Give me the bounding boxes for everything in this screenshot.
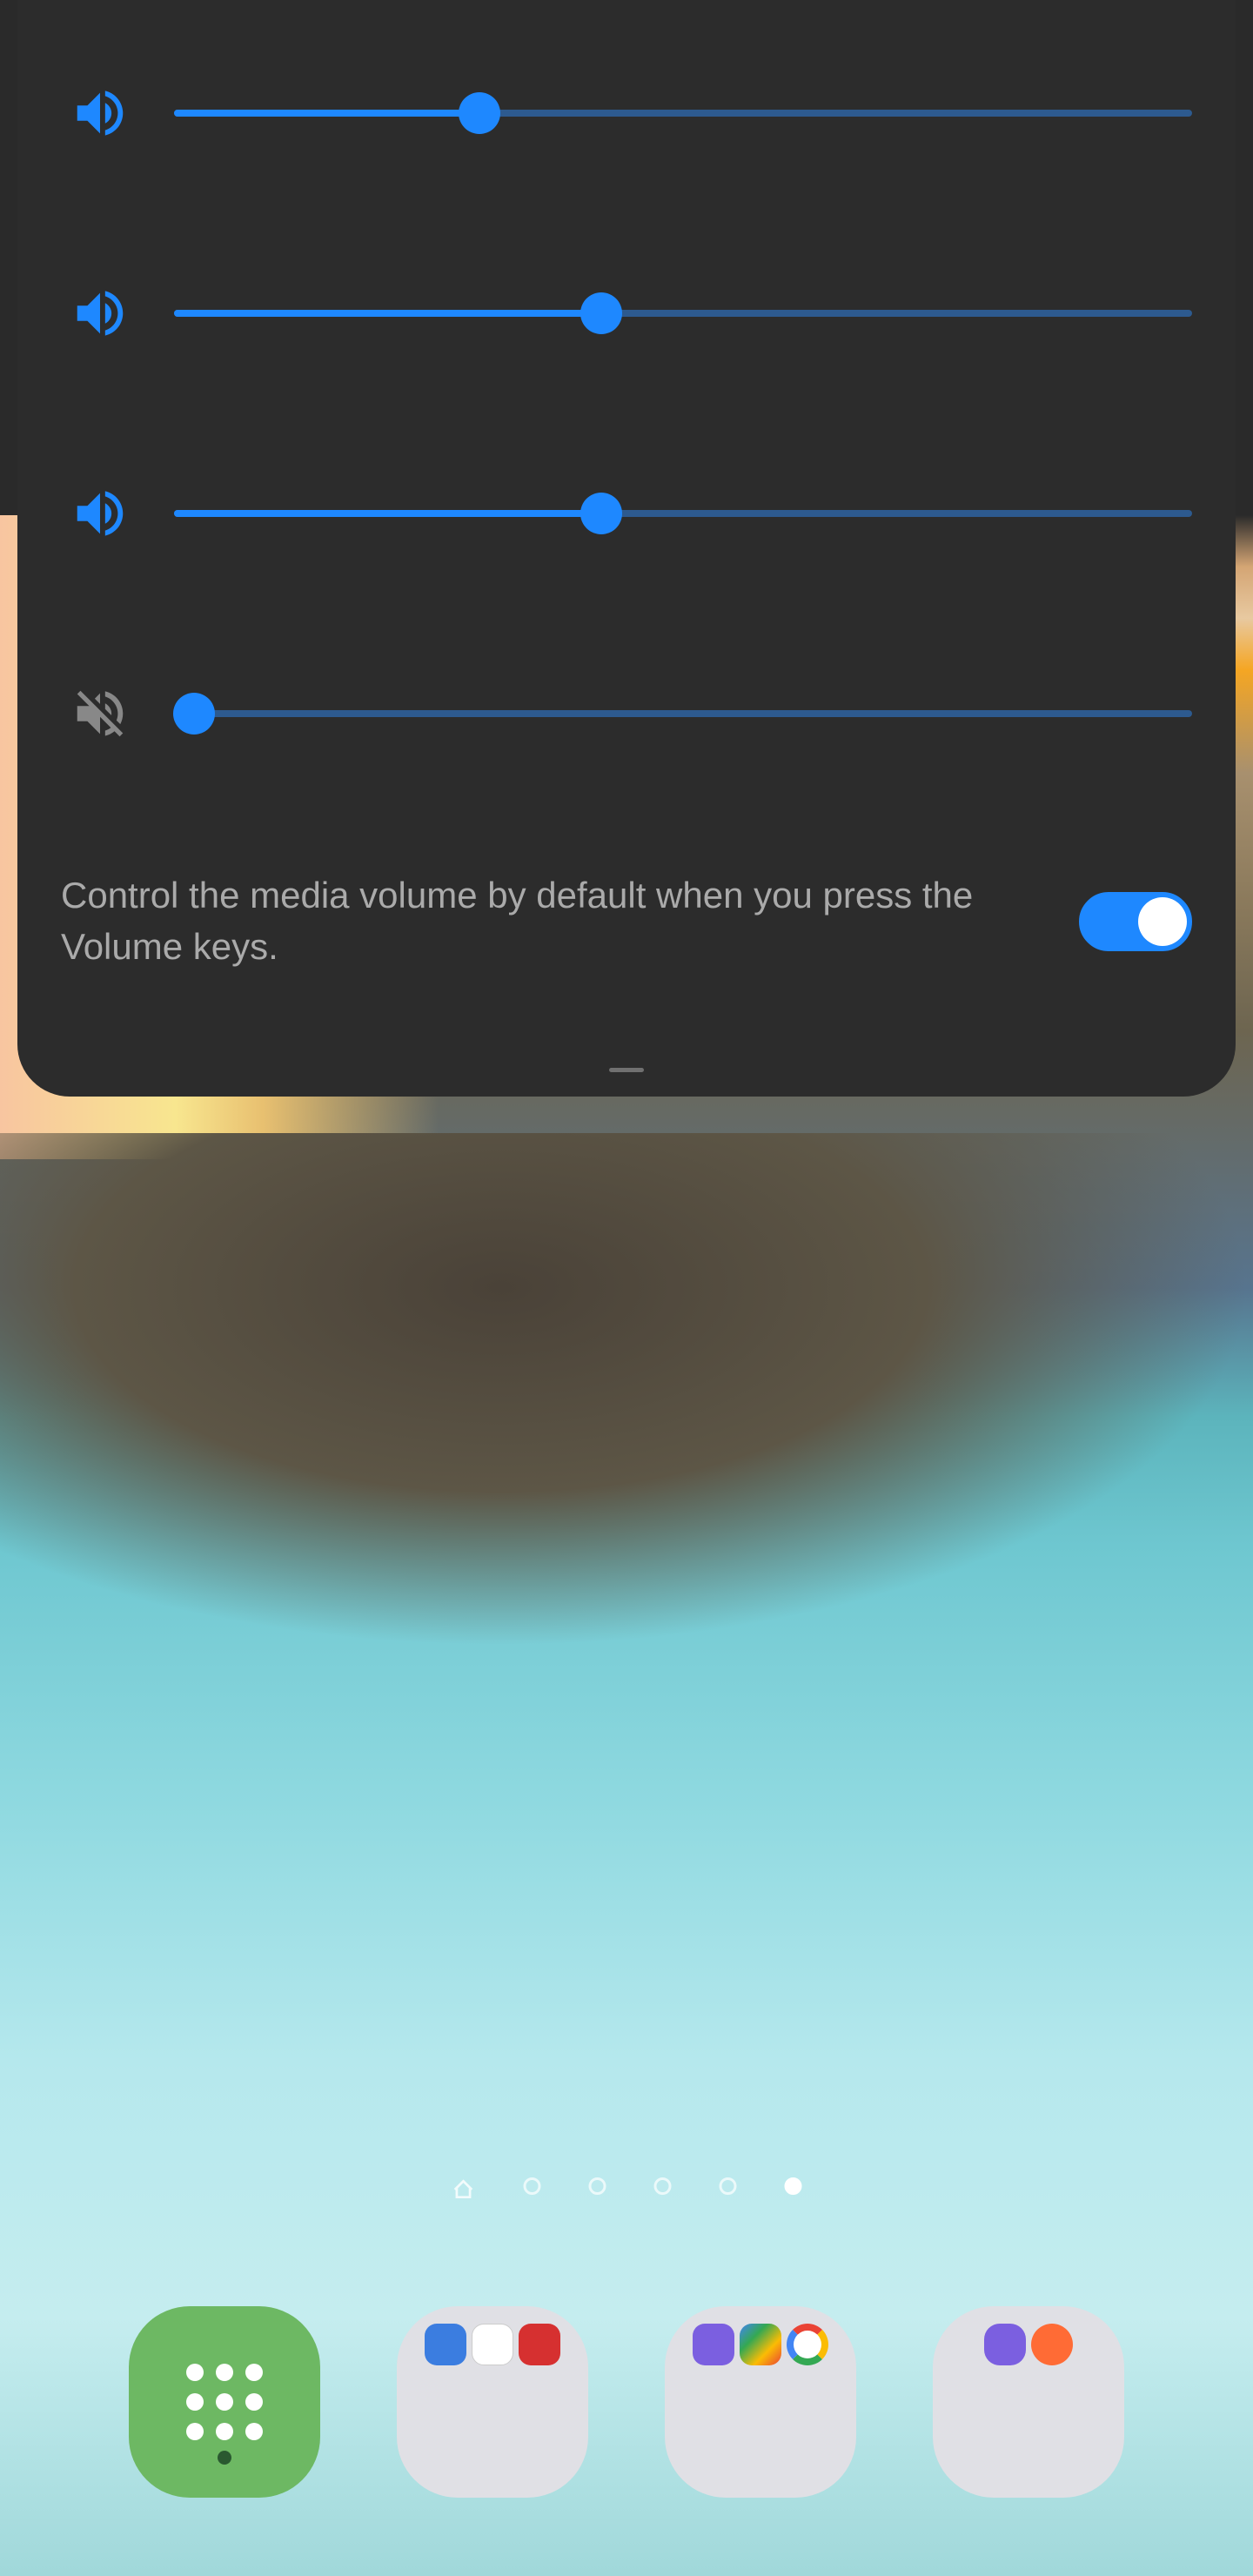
bixby-app-icon [693, 2324, 734, 2365]
system-volume-slider[interactable] [174, 710, 1192, 717]
chrome-app-icon [787, 2324, 828, 2365]
apps-drawer-button[interactable] [129, 2306, 320, 2498]
notification-volume-row [61, 470, 1192, 557]
dock-folder-1[interactable] [397, 2306, 588, 2498]
volume-mute-icon [61, 674, 139, 753]
page-indicator-1[interactable] [524, 2177, 541, 2195]
camera-app-icon [984, 2324, 1026, 2365]
media-volume-slider[interactable] [174, 310, 1192, 317]
page-indicator-2[interactable] [589, 2177, 606, 2195]
volume-up-icon [61, 74, 139, 152]
media-default-control-text: Control the media volume by default when… [61, 870, 1079, 973]
system-volume-row [61, 670, 1192, 757]
play-store-app-icon [740, 2324, 781, 2365]
wallpaper-rocks [0, 1133, 1253, 1648]
volume-up-icon [61, 274, 139, 352]
volume-panel: Control the media volume by default when… [17, 0, 1236, 1097]
dock [0, 2306, 1253, 2498]
ringtone-volume-row [61, 70, 1192, 157]
dock-folder-3[interactable] [933, 2306, 1124, 2498]
media-default-control-row: Control the media volume by default when… [61, 870, 1192, 973]
panel-drag-handle[interactable] [609, 1068, 644, 1072]
ringtone-volume-slider[interactable] [174, 110, 1192, 117]
page-indicator-3[interactable] [654, 2177, 672, 2195]
page-indicators[interactable] [452, 2177, 802, 2202]
notification-volume-slider[interactable] [174, 510, 1192, 517]
volume-up-icon [61, 474, 139, 553]
page-indicator-4[interactable] [720, 2177, 737, 2195]
media-volume-row [61, 270, 1192, 357]
samsung-app-icon [472, 2324, 513, 2365]
media-default-toggle[interactable] [1079, 892, 1192, 951]
dock-folder-2[interactable] [665, 2306, 856, 2498]
messages-app-icon [425, 2324, 466, 2365]
page-indicator-5[interactable] [785, 2177, 802, 2195]
gallery-app-icon [1031, 2324, 1073, 2365]
dictionary-app-icon [519, 2324, 560, 2365]
page-indicator-home[interactable] [452, 2177, 476, 2202]
